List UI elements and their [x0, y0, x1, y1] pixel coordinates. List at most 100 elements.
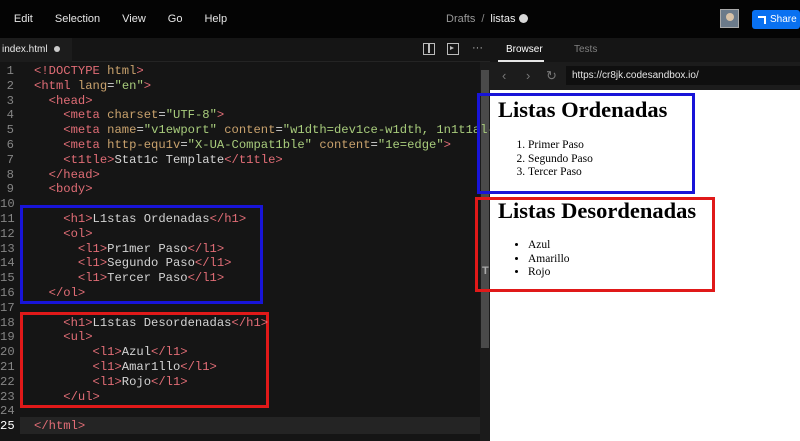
code-line[interactable]: 21 <l1>Amar1llo</l1>	[0, 360, 480, 375]
code-text[interactable]: <h1>L1stas Ordenadas</h1>	[34, 212, 246, 227]
share-button[interactable]: Share	[752, 10, 800, 29]
line-number: 14	[0, 256, 15, 271]
line-number: 23	[0, 389, 15, 404]
code-line[interactable]: 12 <ol>	[0, 227, 480, 242]
line-number: 25	[0, 419, 15, 434]
editor-tab-bar: index.html ···	[0, 38, 490, 62]
unsaved-dot-icon[interactable]	[53, 46, 60, 52]
breadcrumb: Drafts / listas	[446, 13, 529, 25]
code-line[interactable]: 14 <l1>Segundo Paso</l1>	[0, 256, 480, 271]
line-number: 15	[0, 271, 15, 286]
line-number: 3	[6, 93, 14, 108]
code-text[interactable]: <meta name="v1ewport" content="w1dth=dev…	[34, 123, 502, 138]
code-line[interactable]: 16 </ol>	[0, 286, 480, 301]
code-text[interactable]: </head>	[34, 168, 100, 183]
code-text[interactable]: <ol>	[34, 227, 92, 242]
menu-edit[interactable]: Edit	[14, 13, 33, 25]
code-line[interactable]: 1 <!DOCTYPE html>	[0, 64, 480, 79]
more-actions-icon[interactable]: ···	[472, 43, 484, 55]
line-number: 8	[6, 167, 14, 182]
tab-tests[interactable]: Tests	[574, 44, 597, 55]
line-number: 21	[0, 360, 15, 374]
code-line[interactable]: 11 <h1>L1stas Ordenadas</h1>	[0, 212, 480, 227]
code-text[interactable]: <l1>Tercer Paso</l1>	[34, 271, 224, 286]
code-line[interactable]: 13 <l1>Pr1mer Paso</l1>	[0, 242, 480, 257]
split-editor-icon[interactable]	[423, 43, 435, 55]
code-text[interactable]: </html>	[34, 419, 85, 434]
code-text[interactable]: <html lang="en">	[34, 79, 151, 94]
highlight-box-ordered-preview	[477, 93, 695, 194]
code-line[interactable]: 23 </ul>	[0, 390, 480, 405]
menu-help[interactable]: Help	[204, 13, 227, 25]
share-label: Share	[770, 14, 797, 25]
breadcrumb-current[interactable]: listas	[490, 13, 515, 25]
line-number: 20	[0, 345, 15, 360]
url-bar[interactable]: https://cr8jk.codesandbox.io/	[566, 66, 800, 85]
code-line[interactable]: 2 <html lang="en">	[0, 79, 480, 94]
breadcrumb-separator: /	[481, 13, 485, 25]
code-editor[interactable]: 1 <!DOCTYPE html> 2 <html lang="en"> 3 <head…	[0, 62, 503, 441]
line-number: 10	[0, 197, 15, 212]
menu-go[interactable]: Go	[168, 13, 183, 25]
line-number: 6	[6, 138, 14, 152]
code-text[interactable]: <body>	[34, 182, 93, 197]
code-line[interactable]: 20 <l1>Azul</l1>	[0, 345, 480, 360]
code-line[interactable]: 3 <head>	[0, 94, 480, 109]
code-text[interactable]: <l1>Azul</l1>	[34, 345, 188, 360]
code-text[interactable]: </ul>	[34, 390, 100, 405]
tab-browser[interactable]: Browser	[506, 44, 543, 55]
line-number: 19	[0, 330, 15, 345]
panel-resize-handle[interactable]: T	[482, 265, 492, 277]
code-text[interactable]: </ol>	[34, 286, 86, 301]
code-text[interactable]: <meta http-equ1v="X-UA-Compat1ble" conte…	[34, 138, 451, 153]
open-preview-icon[interactable]	[447, 43, 459, 55]
code-text[interactable]: <head>	[34, 94, 93, 109]
line-number: 17	[0, 300, 15, 315]
reload-icon[interactable]: ↻	[546, 68, 557, 84]
line-number: 16	[0, 286, 15, 300]
code-text[interactable]: <l1>Amar1llo</l1>	[34, 360, 217, 375]
line-number: 12	[0, 226, 15, 241]
line-number: 13	[0, 241, 15, 256]
code-text[interactable]: <l1>Rojo</l1>	[34, 375, 188, 390]
globe-icon	[519, 14, 529, 23]
code-line[interactable]: 8 </head>	[0, 168, 480, 183]
code-text[interactable]: <l1>Pr1mer Paso</l1>	[34, 242, 224, 257]
line-number: 5	[6, 123, 14, 138]
back-icon[interactable]: ‹	[502, 68, 506, 83]
code-line[interactable]: 17	[0, 301, 480, 316]
code-text[interactable]: <meta charset="UTF-8">	[34, 108, 224, 123]
code-line[interactable]: 19 <ul>	[0, 330, 480, 345]
code-text[interactable]: <t1tle>Stat1c Template</t1tle>	[34, 153, 282, 168]
code-line[interactable]: 7 <t1tle>Stat1c Template</t1tle>	[0, 153, 480, 168]
avatar[interactable]	[720, 9, 739, 28]
code-line[interactable]: 10	[0, 197, 480, 212]
panel-tabs: Browser Tests	[490, 38, 800, 62]
menu-selection[interactable]: Selection	[55, 13, 100, 25]
main-menu: ◦ Edit Selection View Go Help	[0, 13, 249, 25]
code-line[interactable]: 5 <meta name="v1ewport" content="w1dth=d…	[0, 123, 503, 138]
line-number: 18	[0, 315, 15, 330]
menu-view[interactable]: View	[122, 13, 146, 25]
code-line[interactable]: 18 <h1>L1stas Desordenadas</h1>	[0, 316, 480, 331]
code-line[interactable]: 22 <l1>Rojo</l1>	[0, 375, 480, 390]
code-line[interactable]: 4 <meta charset="UTF-8">	[0, 108, 480, 123]
menu-bar: ◦ Edit Selection View Go Help Drafts / lis…	[0, 0, 800, 38]
code-line[interactable]: 6 <meta http-equ1v="X-UA-Compat1ble" con…	[0, 138, 480, 153]
forward-icon[interactable]: ›	[526, 68, 530, 83]
line-number: 11	[0, 212, 15, 226]
tab-index-html[interactable]: index.html	[0, 38, 72, 62]
code-text[interactable]: <ul>	[34, 330, 92, 345]
code-line[interactable]: 25 </html>	[0, 419, 480, 434]
line-number: 4	[6, 108, 14, 123]
code-line[interactable]: 24	[0, 404, 480, 419]
code-text[interactable]: <h1>L1stas Desordenadas</h1>	[34, 316, 268, 331]
line-number: 22	[0, 374, 15, 389]
code-line[interactable]: 9 <body>	[0, 182, 480, 197]
line-number: 2	[6, 78, 14, 93]
breadcrumb-parent[interactable]: Drafts	[446, 13, 475, 25]
code-line[interactable]: 15 <l1>Tercer Paso</l1>	[0, 271, 480, 286]
line-number: 7	[6, 152, 14, 167]
code-text[interactable]: <!DOCTYPE html>	[34, 64, 144, 79]
code-text[interactable]: <l1>Segundo Paso</l1>	[34, 256, 232, 271]
